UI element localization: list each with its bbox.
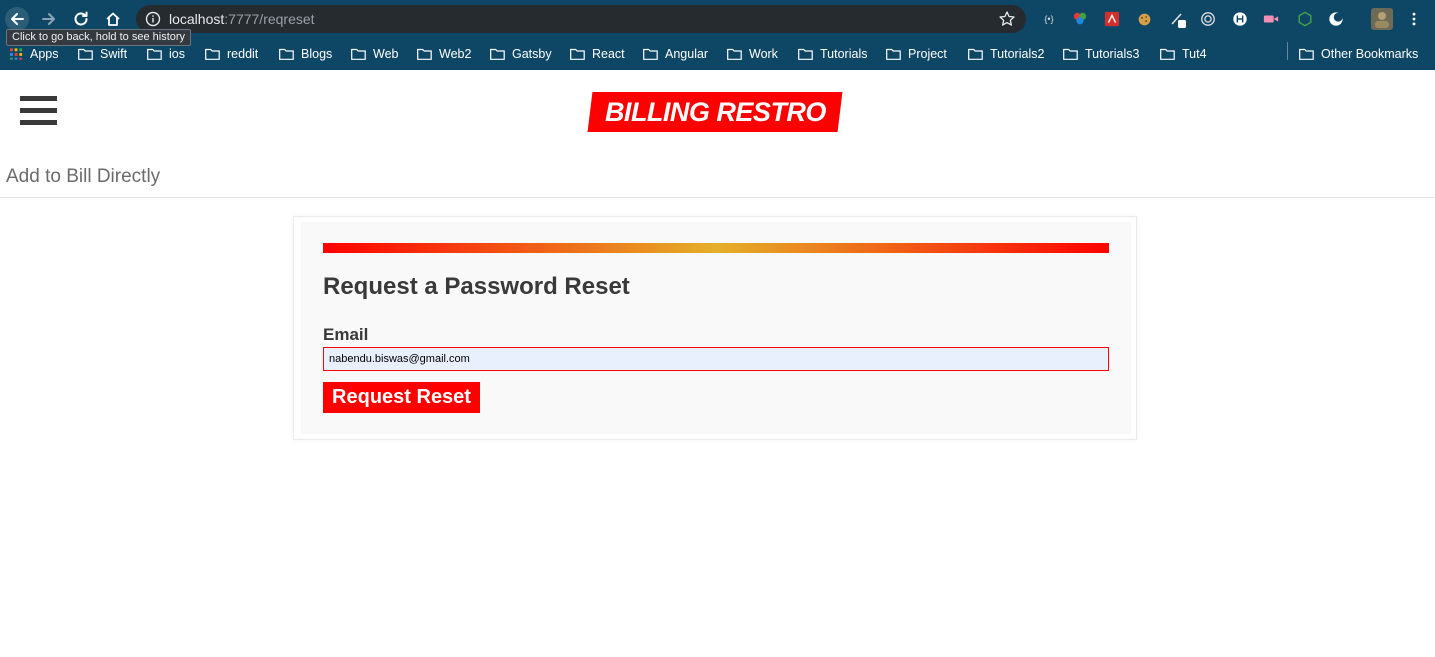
- profile-avatar[interactable]: [1371, 8, 1393, 30]
- bookmark-apps[interactable]: Apps: [10, 44, 59, 64]
- bookmark-folder[interactable]: Tut4: [1160, 44, 1207, 64]
- reload-button[interactable]: [69, 7, 93, 31]
- bookmark-label: Tut4: [1182, 47, 1207, 61]
- bookmark-label: Angular: [665, 47, 709, 61]
- bookmark-label: Web: [373, 47, 399, 61]
- arrow-right-icon: [42, 13, 55, 25]
- email-label: Email: [323, 325, 369, 344]
- extension-node-icon[interactable]: [1296, 10, 1314, 28]
- form-title: Request a Password Reset: [323, 273, 630, 300]
- folder-icon: [968, 48, 983, 60]
- back-button-tooltip: Click to go back, hold to see history: [6, 29, 192, 46]
- browser-menu-icon[interactable]: [1405, 10, 1423, 28]
- browser-toolbar: localhost:7777/reqreset {•}: [0, 0, 1435, 38]
- bookmark-label: ios: [169, 47, 185, 61]
- bookmark-folder[interactable]: Blogs: [279, 44, 332, 64]
- page: BILLING RESTRO Add to Bill Directly Requ…: [0, 70, 1435, 657]
- bookmark-folder[interactable]: React: [570, 44, 625, 64]
- browser-chrome: localhost:7777/reqreset {•} Apps Swift i…: [0, 0, 1435, 70]
- bookmark-folder[interactable]: reddit: [205, 44, 258, 64]
- password-reset-form: Request a Password Reset Email Request R…: [293, 216, 1137, 440]
- menu-line: [20, 108, 57, 113]
- folder-icon: [1160, 48, 1175, 60]
- bookmark-folder[interactable]: Web: [351, 44, 398, 64]
- folder-icon: [279, 48, 294, 60]
- folder-icon: [1063, 48, 1078, 60]
- address-bar[interactable]: localhost:7777/reqreset: [136, 5, 1026, 33]
- folder-icon: [205, 48, 220, 60]
- add-to-bill-link[interactable]: Add to Bill Directly: [6, 166, 160, 188]
- bookmark-folder[interactable]: ios: [147, 44, 185, 64]
- folder-icon: [643, 48, 658, 60]
- bookmark-label: Tutorials2: [990, 47, 1045, 61]
- bookmark-label: Project: [908, 47, 947, 61]
- forward-button[interactable]: [37, 7, 61, 31]
- bookmark-folder[interactable]: Tutorials3: [1063, 44, 1139, 64]
- folder-icon: [351, 48, 366, 60]
- folder-icon: [1299, 48, 1314, 60]
- folder-icon: [417, 48, 432, 60]
- sub-navigation: Add to Bill Directly: [0, 157, 1435, 198]
- bookmark-label: React: [592, 47, 625, 61]
- menu-line: [20, 96, 57, 101]
- bookmark-folder[interactable]: Web2: [417, 44, 471, 64]
- folder-icon: [798, 48, 813, 60]
- home-icon: [106, 12, 120, 26]
- extension-red-icon[interactable]: [1103, 10, 1121, 28]
- extension-cookie-icon[interactable]: [1135, 10, 1153, 28]
- apps-grid-icon: [10, 48, 23, 60]
- bookmark-folder[interactable]: Swift: [78, 44, 127, 64]
- email-input[interactable]: [323, 347, 1109, 371]
- folder-icon: [78, 48, 93, 60]
- bookmark-label: Other Bookmarks: [1321, 47, 1419, 61]
- bookmark-label: Web2: [439, 47, 472, 61]
- bookmark-folder[interactable]: Angular: [643, 44, 708, 64]
- folder-icon: [490, 48, 505, 60]
- extension-pen-icon[interactable]: [1169, 10, 1187, 28]
- bookmark-label: Gatsby: [512, 47, 552, 61]
- info-icon[interactable]: [145, 11, 161, 27]
- extension-video-icon[interactable]: [1262, 10, 1280, 28]
- back-button[interactable]: [5, 7, 29, 31]
- bookmarks-divider: [1287, 42, 1288, 60]
- bookmark-star-icon[interactable]: [998, 10, 1016, 28]
- folder-icon: [886, 48, 901, 60]
- bookmark-label: Tutorials3: [1085, 47, 1140, 61]
- bookmark-label: Apps: [30, 47, 59, 61]
- folder-icon: [570, 48, 585, 60]
- url-text[interactable]: localhost:7777/reqreset: [169, 11, 315, 27]
- bookmark-label: reddit: [227, 47, 259, 61]
- bookmark-label: Swift: [100, 47, 128, 61]
- extension-color-picker-icon[interactable]: [1071, 10, 1089, 28]
- brand-logo[interactable]: BILLING RESTRO: [587, 92, 843, 132]
- bookmarks-bar: Apps Swift ios reddit Blogs Web Web2 Gat…: [0, 38, 1435, 70]
- extension-json-icon[interactable]: {•}: [1040, 10, 1058, 28]
- url-path: :7777/reqreset: [224, 11, 315, 27]
- url-host: localhost: [169, 11, 225, 27]
- bookmark-folder[interactable]: Tutorials: [798, 44, 867, 64]
- hamburger-menu-icon[interactable]: [20, 96, 58, 126]
- bookmark-label: Blogs: [301, 47, 333, 61]
- bookmark-label: Tutorials: [820, 47, 868, 61]
- gradient-accent-bar: [323, 243, 1109, 253]
- bookmark-folder[interactable]: Work: [727, 44, 778, 64]
- bookmark-folder[interactable]: Gatsby: [490, 44, 552, 64]
- bookmark-other[interactable]: Other Bookmarks: [1299, 44, 1418, 64]
- request-reset-button[interactable]: Request Reset: [323, 382, 480, 413]
- home-button[interactable]: [101, 7, 125, 31]
- folder-icon: [727, 48, 742, 60]
- logo-text: BILLING RESTRO: [604, 96, 826, 127]
- extension-moon-icon[interactable]: [1327, 10, 1345, 28]
- menu-line: [20, 120, 57, 125]
- bookmark-folder[interactable]: Project: [886, 44, 947, 64]
- extension-h-icon[interactable]: [1231, 10, 1249, 28]
- folder-icon: [147, 48, 162, 60]
- bookmark-folder[interactable]: Tutorials2: [968, 44, 1044, 64]
- arrow-left-icon: [11, 13, 24, 25]
- bookmark-label: Work: [749, 47, 778, 61]
- form-panel: Request a Password Reset Email Request R…: [301, 222, 1131, 434]
- reload-icon: [74, 11, 88, 26]
- extension-target-icon[interactable]: [1199, 10, 1217, 28]
